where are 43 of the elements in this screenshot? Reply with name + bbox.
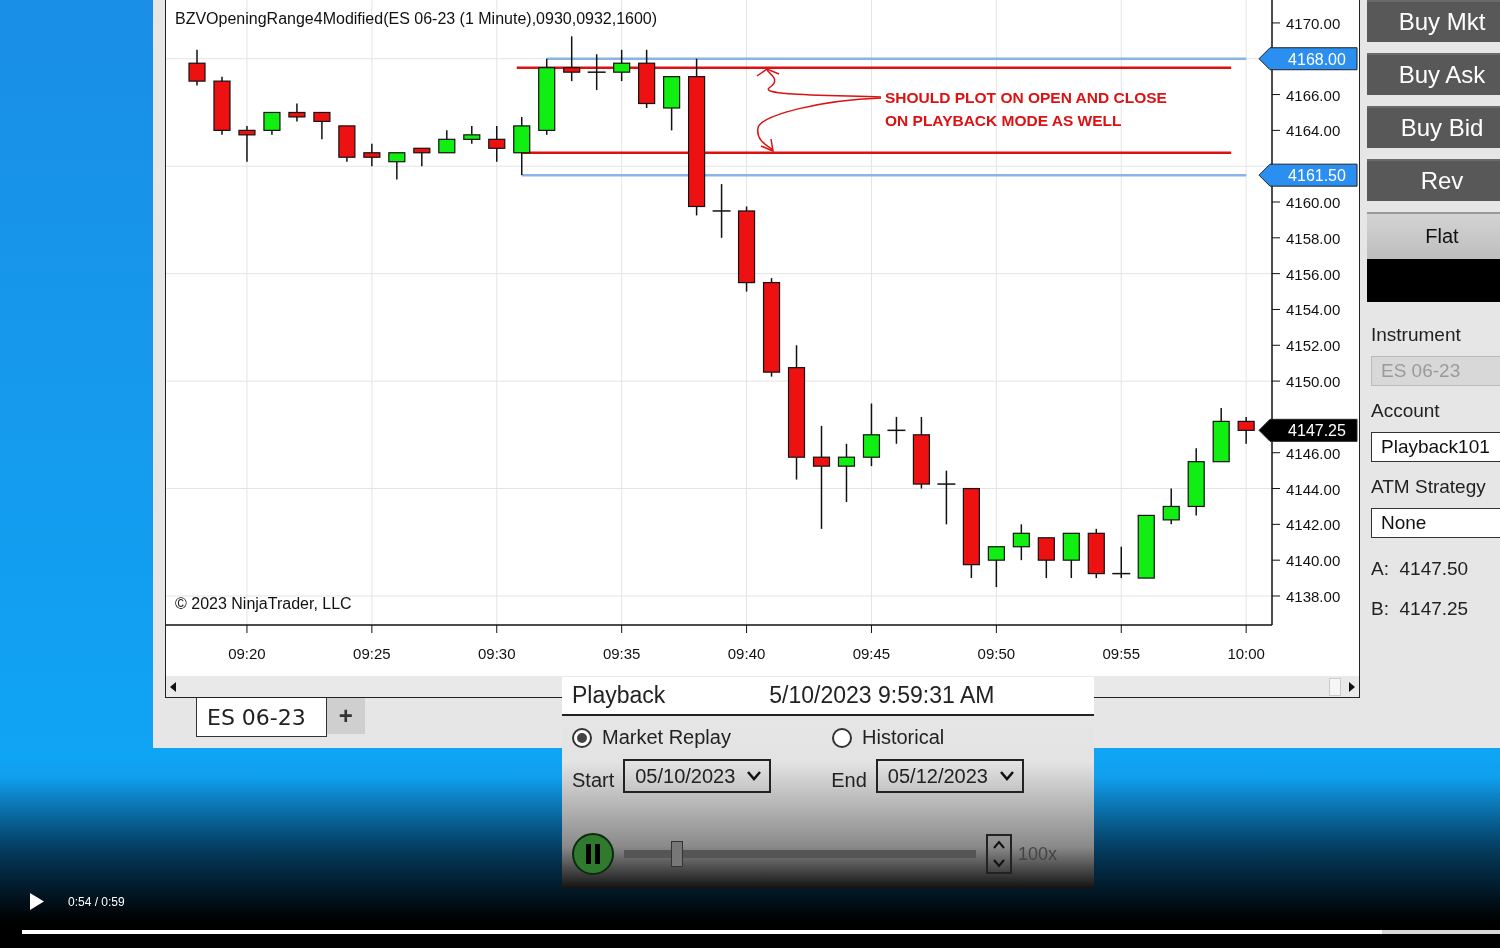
time-axis-label: 10:00	[1227, 645, 1265, 662]
price-axis-label: 4154.00	[1286, 301, 1341, 319]
price-axis-label: 4164.00	[1286, 122, 1341, 140]
ref-line-label: 4161.50	[1288, 167, 1347, 185]
annotation-text: ON PLAYBACK MODE AS WELL	[885, 112, 1122, 129]
copyright-text: © 2023 NinjaTrader, LLC	[175, 595, 352, 612]
time-axis-label: 09:40	[727, 645, 766, 662]
price-tag: 4168.00	[1258, 47, 1358, 71]
time-axis-label: 09:30	[478, 645, 516, 662]
time-axis-label: 09:50	[977, 645, 1016, 662]
price-axis-label: 4166.00	[1286, 86, 1341, 104]
price-axis-label: 4150.00	[1286, 373, 1341, 391]
price-axis-label: 4170.00	[1286, 14, 1341, 32]
price-axis-label: 4146.00	[1286, 444, 1341, 462]
quote-text: A: 4147.50	[1371, 558, 1470, 580]
time-axis-label: 09:20	[228, 645, 266, 662]
price-tag: 4147.25	[1258, 418, 1358, 442]
panel-title: Playback	[572, 682, 666, 709]
time-axis-label: 09:55	[1102, 645, 1141, 662]
time-axis-label: 09:25	[353, 645, 391, 662]
price-axis-label: 4144.00	[1286, 480, 1341, 498]
field-label: Account	[1371, 400, 1441, 422]
annotation-text: SHOULD PLOT ON OPEN AND CLOSE	[885, 89, 1167, 106]
price-axis-label: 4152.00	[1286, 337, 1341, 355]
video-time: 0:54 / 0:59	[68, 894, 125, 909]
price-axis-label: 4138.00	[1286, 588, 1341, 605]
field-label: End	[831, 768, 867, 792]
playback-time: 5/10/2023 9:59:31 AM	[769, 682, 995, 709]
time-axis-label: 09:35	[602, 645, 641, 662]
price-axis-label: 4140.00	[1286, 552, 1341, 570]
price-axis-label: 4156.00	[1286, 265, 1341, 283]
chart-title: BZVOpeningRange4Modified(ES 06-23 (1 Minute),0930,0932,1600)	[175, 10, 658, 27]
field-label: Start	[572, 768, 615, 792]
ref-line-label: 4168.00	[1288, 50, 1347, 68]
price-axis-label: 4142.00	[1286, 516, 1341, 534]
price-axis-label: 4160.00	[1286, 194, 1341, 211]
price-axis-label: 4158.00	[1286, 229, 1341, 247]
quote-text: B: 4147.25	[1371, 598, 1470, 620]
field-label: Instrument	[1371, 324, 1462, 346]
field-label: ATM Strategy	[1371, 476, 1487, 498]
speed-value: 100x	[1018, 843, 1058, 865]
time-axis-label: 09:45	[852, 645, 891, 662]
price-tag: 4161.50	[1258, 163, 1358, 187]
